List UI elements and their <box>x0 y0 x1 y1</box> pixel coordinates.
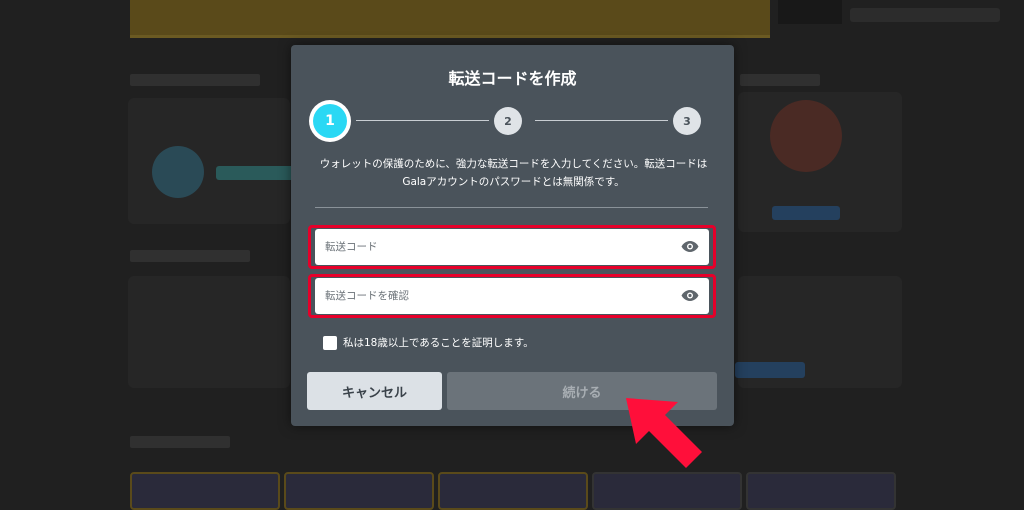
background-banner-box <box>778 0 842 24</box>
age-confirmation-row[interactable]: 私は18歳以上であることを証明します。 <box>323 335 534 350</box>
background-thumbnail <box>438 472 588 510</box>
background-avatar <box>152 146 204 198</box>
background-button <box>735 362 805 378</box>
red-arrow-pointer <box>626 398 702 468</box>
transfer-code-field[interactable] <box>315 229 709 265</box>
background-thumbnail <box>746 472 896 510</box>
background-banner <box>130 0 770 38</box>
background-heading <box>130 436 230 448</box>
cancel-button[interactable]: キャンセル <box>307 372 442 410</box>
background-heading <box>740 74 820 86</box>
stepper: 1 2 3 <box>309 100 709 144</box>
background-thumbnail <box>284 472 434 510</box>
divider <box>315 207 708 208</box>
stepper-line <box>535 120 668 121</box>
transfer-code-input[interactable] <box>315 229 655 265</box>
age-checkbox-label: 私は18歳以上であることを証明します。 <box>343 337 534 349</box>
background-button <box>772 206 840 220</box>
background-topright-bar <box>850 8 1000 22</box>
confirm-transfer-code-input[interactable] <box>315 278 655 314</box>
eye-icon[interactable] <box>681 289 699 302</box>
modal-title: 転送コードを作成 <box>448 69 577 88</box>
background-thumbnail <box>592 472 742 510</box>
stepper-line <box>356 120 489 121</box>
step-3: 3 <box>673 107 701 135</box>
background-card <box>128 98 290 224</box>
background-heading <box>130 74 260 86</box>
create-transfer-code-modal: 転送コードを作成 1 2 3 ウォレットの保護のために、強力な転送コードを入力し… <box>291 45 734 426</box>
description-text: ウォレットの保護のために、強力な転送コードを入力してください。転送コードはGal… <box>319 158 708 188</box>
confirm-transfer-code-field[interactable] <box>315 278 709 314</box>
eye-icon[interactable] <box>681 240 699 253</box>
background-heading <box>130 250 250 262</box>
background-bar <box>216 166 296 180</box>
background-thumbnail <box>130 472 280 510</box>
step-2: 2 <box>494 107 522 135</box>
step-1-active: 1 <box>309 100 351 142</box>
background-card <box>128 276 290 388</box>
age-checkbox[interactable] <box>323 335 337 350</box>
background-game-avatar <box>770 100 842 172</box>
step-1-circle: 1 <box>313 104 347 138</box>
